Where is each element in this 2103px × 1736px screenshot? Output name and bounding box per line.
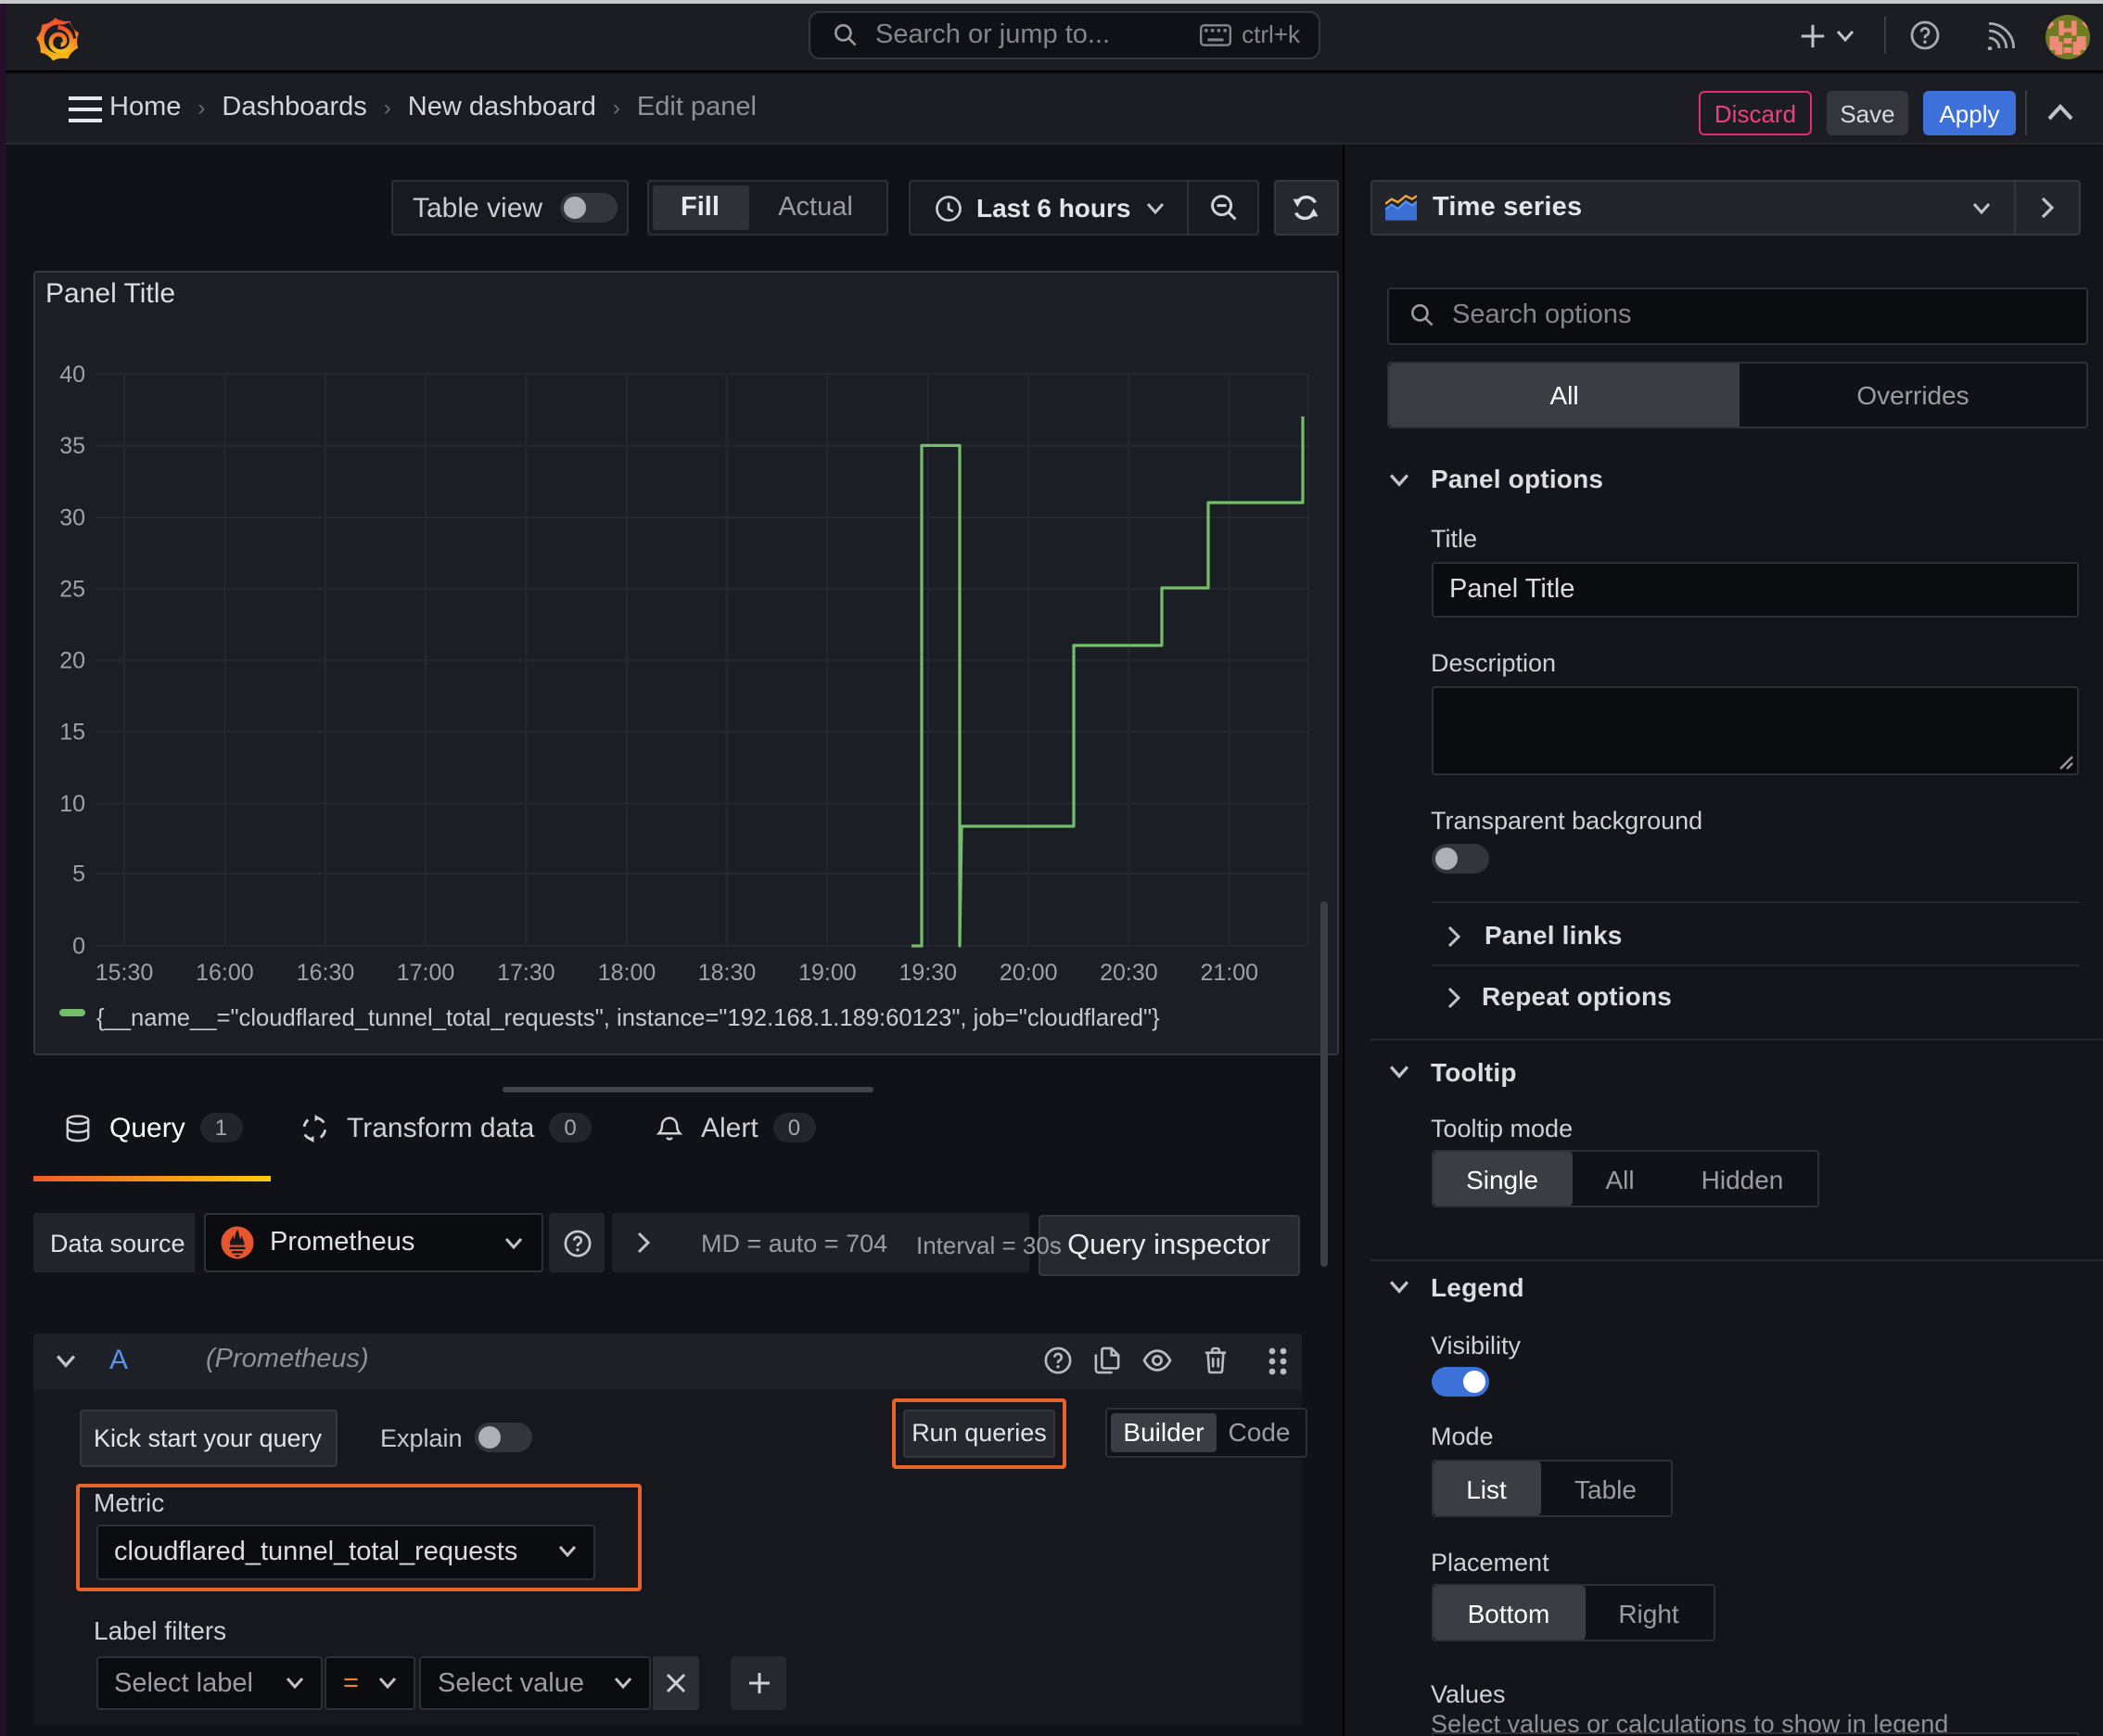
svg-text:40: 40 (59, 361, 85, 387)
svg-text:20: 20 (59, 647, 85, 673)
svg-text:15: 15 (59, 719, 85, 745)
svg-text:20:00: 20:00 (1000, 959, 1058, 985)
svg-text:5: 5 (72, 861, 85, 887)
svg-text:16:30: 16:30 (297, 959, 355, 985)
svg-text:35: 35 (59, 432, 85, 458)
svg-text:17:30: 17:30 (497, 959, 555, 985)
svg-text:19:30: 19:30 (899, 959, 958, 985)
svg-text:19:00: 19:00 (798, 959, 857, 985)
svg-text:0: 0 (72, 933, 85, 959)
svg-text:16:00: 16:00 (196, 959, 254, 985)
svg-text:21:00: 21:00 (1201, 959, 1259, 985)
svg-text:18:00: 18:00 (598, 959, 656, 985)
svg-text:10: 10 (59, 790, 85, 816)
svg-text:20:30: 20:30 (1100, 959, 1158, 985)
svg-text:25: 25 (59, 576, 85, 602)
svg-text:15:30: 15:30 (96, 959, 154, 985)
svg-text:17:00: 17:00 (397, 959, 455, 985)
svg-text:30: 30 (59, 504, 85, 530)
svg-text:18:30: 18:30 (698, 959, 757, 985)
